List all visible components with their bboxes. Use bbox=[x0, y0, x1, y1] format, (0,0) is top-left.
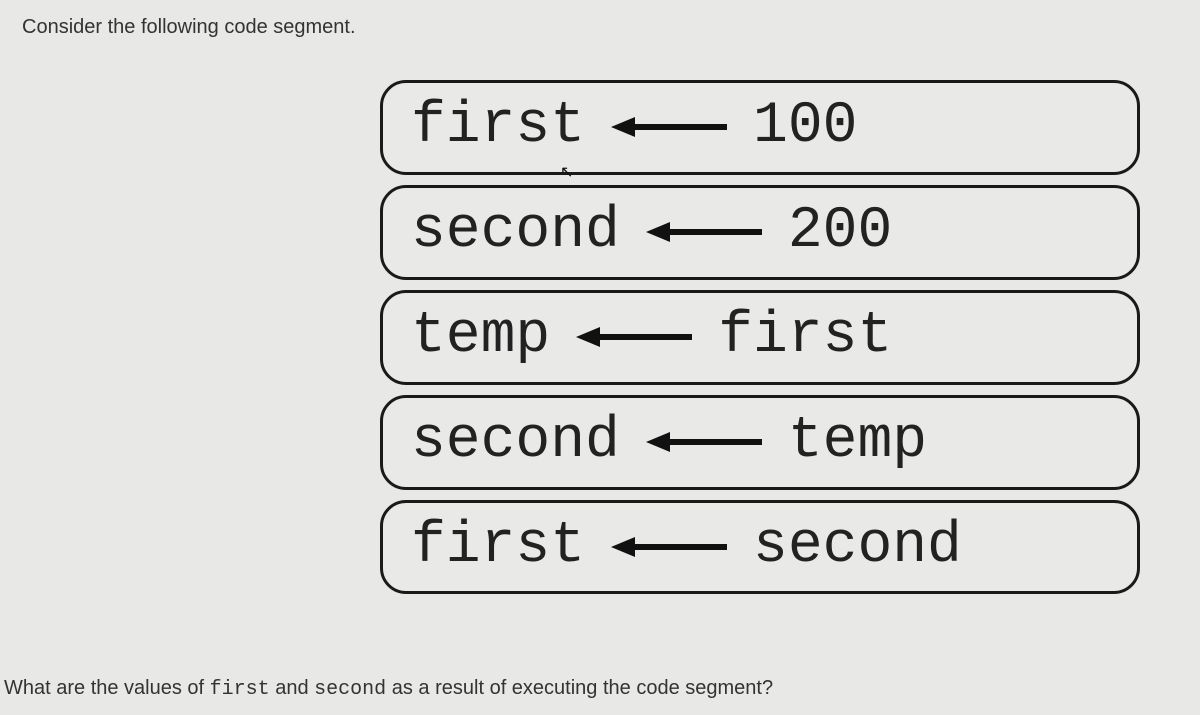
lhs: first bbox=[411, 97, 585, 158]
code-line-1: first 100 bbox=[380, 80, 1140, 175]
q-var2: second bbox=[314, 678, 386, 701]
rhs: first bbox=[718, 307, 892, 368]
q-mid: and bbox=[270, 677, 314, 699]
rhs: temp bbox=[788, 412, 927, 473]
code-line-4: second temp bbox=[380, 395, 1140, 490]
question-text: What are the values of first and second … bbox=[4, 677, 773, 701]
assign-arrow-icon bbox=[574, 323, 694, 351]
q-post: as a result of executing the code segmen… bbox=[386, 677, 773, 699]
rhs: 100 bbox=[753, 97, 857, 158]
rhs: second bbox=[753, 517, 962, 578]
q-var1: first bbox=[210, 678, 270, 701]
lhs: first bbox=[411, 517, 585, 578]
rhs: 200 bbox=[788, 202, 892, 263]
intro-text: Consider the following code segment. bbox=[22, 16, 356, 39]
q-pre: What are the values of bbox=[4, 677, 210, 699]
assign-arrow-icon bbox=[609, 533, 729, 561]
code-segment: first 100 second 200 temp first bbox=[380, 80, 1140, 604]
assign-arrow-icon bbox=[609, 113, 729, 141]
lhs: temp bbox=[411, 307, 550, 368]
assign-arrow-icon bbox=[644, 218, 764, 246]
code-line-2: second 200 bbox=[380, 185, 1140, 280]
assign-arrow-icon bbox=[644, 428, 764, 456]
code-line-5: first second bbox=[380, 500, 1140, 595]
code-line-3: temp first bbox=[380, 290, 1140, 385]
lhs: second bbox=[411, 412, 620, 473]
lhs: second bbox=[411, 202, 620, 263]
